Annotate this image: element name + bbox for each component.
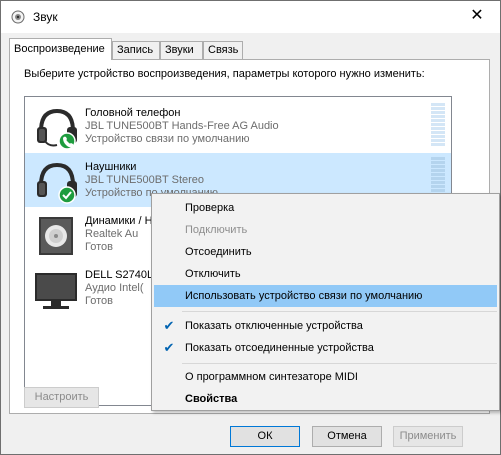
menu-separator	[182, 363, 497, 364]
device-name: Динамики / Н	[85, 215, 153, 227]
speaker-title-icon	[11, 10, 25, 24]
close-button[interactable]: ✕	[468, 7, 486, 25]
tab-sounds[interactable]: Звуки	[160, 41, 203, 59]
device-item-headset[interactable]: Головной телефон JBL TUNE500BT Hands-Fre…	[25, 99, 451, 153]
configure-button[interactable]: Настроить	[24, 387, 99, 408]
cancel-button[interactable]: Отмена	[312, 426, 382, 447]
menu-item-connect[interactable]: Подключить	[154, 219, 497, 241]
menu-item-disable[interactable]: Отключить	[154, 263, 497, 285]
device-name: DELL S2740L	[85, 269, 154, 281]
checkmark-icon: ✔	[163, 340, 175, 355]
tab-recording[interactable]: Запись	[112, 41, 160, 59]
checkmark-icon: ✔	[163, 318, 175, 333]
device-description: JBL TUNE500BT Hands-Free AG Audio	[85, 120, 279, 132]
tab-playback[interactable]: Воспроизведение	[9, 38, 112, 60]
speaker-icon	[39, 217, 73, 255]
menu-item-label: Показать отключенные устройства	[185, 320, 363, 332]
volume-level-meter	[431, 103, 445, 149]
menu-separator	[182, 311, 497, 312]
device-status: Готов	[85, 241, 113, 253]
monitor-icon	[35, 273, 77, 309]
device-name: Головной телефон	[85, 107, 181, 119]
device-description: Realtek Au	[85, 228, 139, 240]
headphones-icon	[37, 162, 77, 204]
title-bar: Звук ✕	[1, 1, 500, 33]
window-title: Звук	[33, 10, 58, 24]
menu-item-properties[interactable]: Свойства	[154, 388, 497, 410]
tab-communications[interactable]: Связь	[203, 41, 243, 59]
device-name: Наушники	[85, 161, 137, 173]
instruction-text: Выберите устройство воспроизведения, пар…	[24, 68, 425, 80]
device-description: Аудио Intel(	[85, 282, 144, 294]
device-status: Готов	[85, 295, 113, 307]
menu-item-label: Показать отсоединенные устройства	[185, 342, 374, 354]
menu-item-about-midi[interactable]: О программном синтезаторе MIDI	[154, 366, 497, 388]
menu-item-show-disconnected[interactable]: ✔ Показать отсоединенные устройства	[154, 337, 497, 359]
device-description: JBL TUNE500BT Stereo	[85, 174, 205, 186]
ok-button[interactable]: ОК	[230, 426, 300, 447]
headset-icon	[37, 108, 77, 150]
context-menu: Проверка Подключить Отсоединить Отключит…	[151, 193, 500, 411]
menu-item-show-disabled[interactable]: ✔ Показать отключенные устройства	[154, 315, 497, 337]
menu-item-test[interactable]: Проверка	[154, 197, 497, 219]
device-status: Устройство связи по умолчанию	[85, 133, 250, 145]
close-icon: ✕	[470, 7, 484, 24]
menu-item-disconnect[interactable]: Отсоединить	[154, 241, 497, 263]
apply-button[interactable]: Применить	[393, 426, 463, 447]
menu-item-set-default-communication[interactable]: Использовать устройство связи по умолчан…	[154, 285, 497, 307]
